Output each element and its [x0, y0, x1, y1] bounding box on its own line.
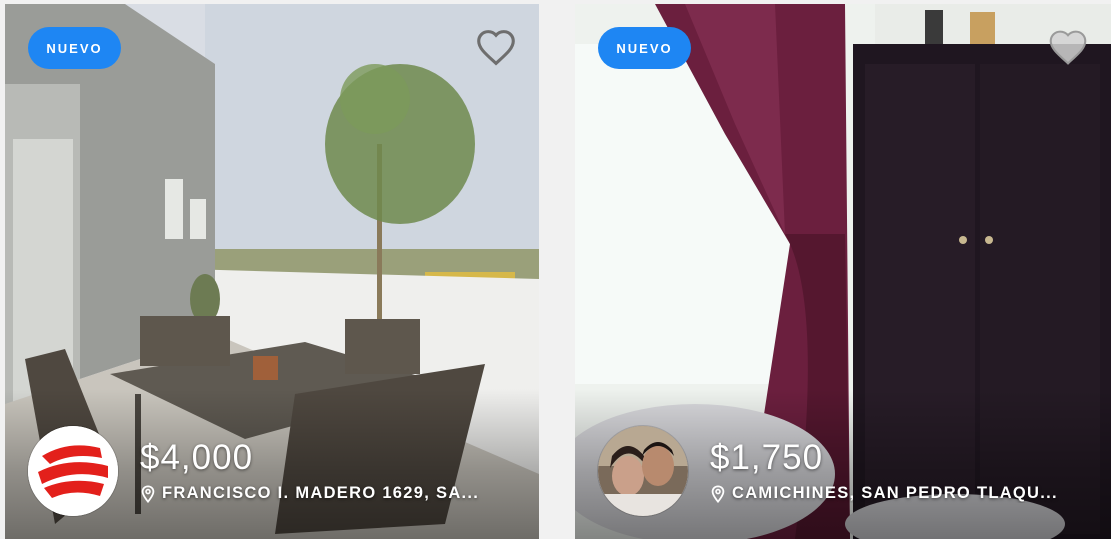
new-badge: NUEVO	[598, 27, 691, 69]
new-badge: NUEVO	[28, 27, 121, 69]
listing-price: $1,750	[710, 438, 824, 477]
user-photo-avatar[interactable]	[598, 426, 688, 516]
listing-address-text: CAMICHINES, SAN PEDRO TLAQU...	[732, 484, 1058, 502]
listing-card[interactable]: NUEVO $4,000 FRANCISCO I. MADERO 1629, S…	[5, 4, 539, 539]
listing-address-text: FRANCISCO I. MADERO 1629, SA...	[162, 484, 480, 502]
listing-card[interactable]: NUEVO $1,750 CAMICHINES, SAN PEDRO TLAQU…	[575, 4, 1111, 539]
listing-address[interactable]: FRANCISCO I. MADERO 1629, SA...	[140, 484, 520, 503]
heart-outline-icon[interactable]	[1047, 28, 1089, 66]
listing-price: $4,000	[140, 438, 254, 477]
heart-outline-icon[interactable]	[475, 28, 517, 66]
listing-address[interactable]: CAMICHINES, SAN PEDRO TLAQU...	[710, 484, 1090, 503]
agency-logo-avatar[interactable]	[28, 426, 118, 516]
map-pin-icon	[710, 484, 726, 503]
map-pin-icon	[140, 484, 156, 503]
